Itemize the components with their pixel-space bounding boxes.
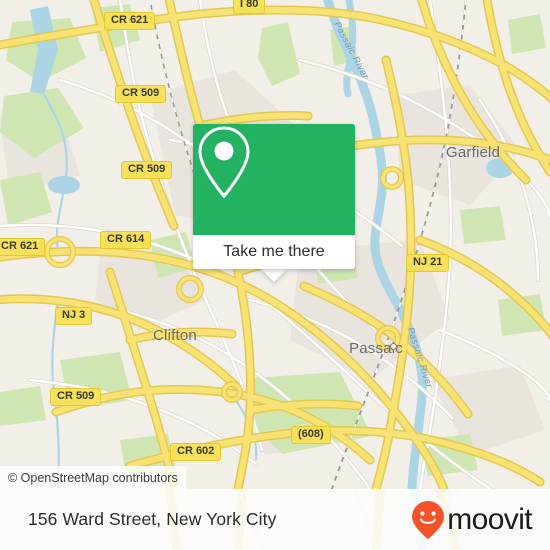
shield-nj-21[interactable]: NJ 21 [406,254,450,272]
moovit-wordmark: moovit [447,502,532,536]
shield-cr-602[interactable]: CR 602 [170,443,222,461]
callout-image-panel [193,124,355,235]
location-callout[interactable]: Take me there [193,124,355,282]
osm-attribution[interactable]: © OpenStreetMap contributors [0,466,186,489]
map-share-card: Garfield Clifton Passaic Passaic River P… [0,0,550,550]
shield-i-80[interactable]: I 80 [233,0,266,14]
moovit-logo[interactable]: moovit [411,500,533,540]
shield-cr-614[interactable]: CR 614 [100,231,152,249]
shield-cr-621-north[interactable]: CR 621 [104,12,156,30]
osm-attribution-text: © OpenStreetMap contributors [8,470,178,485]
map-canvas[interactable]: Garfield Clifton Passaic Passaic River P… [0,0,550,489]
shield-cr-509-south[interactable]: CR 509 [50,388,102,406]
callout-tail [261,269,287,282]
take-me-there-label: Take me there [223,243,325,260]
shield-cr-509-north[interactable]: CR 509 [115,85,167,103]
moovit-pin-icon [412,500,445,539]
city-dot-passaic [390,343,397,350]
shield-cr-509-mid[interactable]: CR 509 [121,161,173,179]
shield-608[interactable]: (608) [291,426,331,444]
take-me-there-button[interactable]: Take me there [193,235,355,269]
address-label: 156 Ward Street, New York City [28,509,277,529]
footer-bar: 156 Ward Street, New York City moovit [0,489,550,550]
map-pin-icon [198,126,250,199]
shield-cr-621-west[interactable]: CR 621 [0,238,46,256]
shield-nj-3[interactable]: NJ 3 [55,307,93,325]
